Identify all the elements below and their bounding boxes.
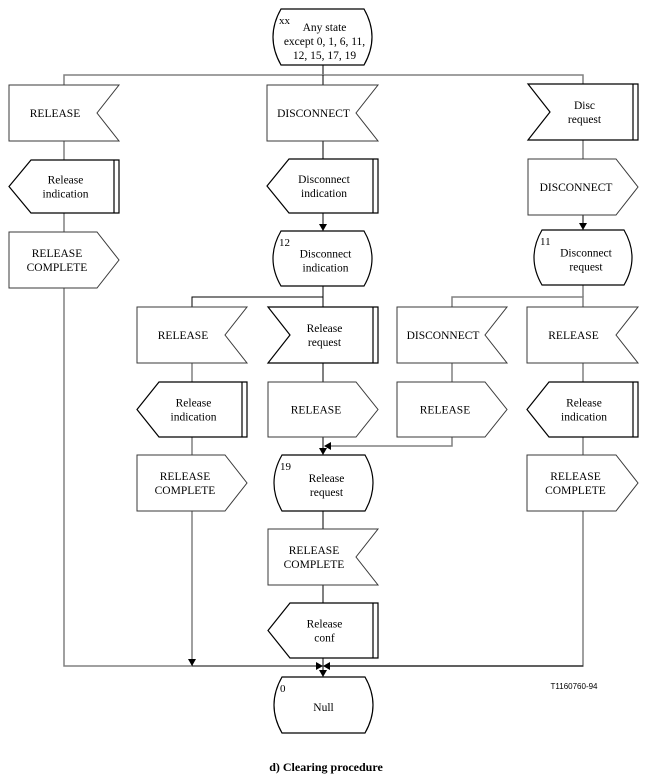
node-label: RELEASE [32, 248, 82, 260]
edge-s11a-to-s19 [330, 437, 453, 447]
node-c2-disconnect-in: DISCONNECT [266, 84, 380, 142]
node-label: Any state [303, 22, 347, 34]
input-internal-symbol [526, 83, 639, 141]
node-label: except 0, 1, 6, 11, [284, 36, 365, 48]
node-label: Release [309, 473, 345, 485]
input-symbol [267, 528, 380, 586]
node-s11b-release-in: RELEASE [526, 306, 640, 364]
node-label: Null [313, 702, 333, 714]
node-label: Release [307, 619, 343, 631]
node-label: DISCONNECT [540, 182, 613, 194]
node-label: request [310, 487, 344, 499]
node-label: COMPLETE [284, 559, 345, 571]
node-c1-release-complete-out: RELEASE COMPLETE [8, 231, 120, 289]
output-internal-symbol [526, 381, 639, 438]
node-s11b-release-complete-out: RELEASE COMPLETE [526, 454, 639, 512]
arrow-down-icon [579, 223, 587, 230]
node-label: RELEASE [158, 330, 208, 342]
node-label: DISCONNECT [277, 108, 350, 120]
output-symbol [136, 454, 248, 512]
node-c3-disconnect-out: DISCONNECT [527, 158, 639, 216]
output-symbol [8, 231, 120, 289]
node-label: RELEASE [291, 405, 341, 417]
node-s12b-release-out: RELEASE [267, 381, 379, 438]
node-label: RELEASE [548, 330, 598, 342]
node-label: request [569, 262, 603, 274]
node-label: COMPLETE [545, 485, 606, 497]
node-label: Disc [574, 100, 595, 112]
node-label: request [568, 114, 602, 126]
node-s19-release-conf: Release conf [267, 602, 379, 659]
output-symbol [526, 454, 639, 512]
node-s12a-release-in: RELEASE [136, 306, 249, 364]
node-label: Release [307, 323, 343, 335]
node-label: Release [566, 398, 602, 410]
sdl-diagram: xx Any state except 0, 1, 6, 11, 12, 15, 17… [8, 8, 640, 774]
node-state-19: 19 Release request [273, 454, 374, 512]
node-label: 12, 15, 17, 19 [293, 50, 357, 62]
arrow-down-icon [319, 224, 327, 231]
output-internal-symbol [267, 602, 379, 659]
node-label: request [308, 337, 342, 349]
node-c1-release-in: RELEASE [8, 84, 121, 142]
node-label: conf [314, 633, 335, 645]
state-number: 12 [279, 237, 290, 249]
figure-caption: d) Clearing procedure [269, 760, 383, 774]
node-c1-release-ind: Release indication [8, 159, 120, 214]
node-label: Disconnect [298, 174, 351, 186]
node-label: DISCONNECT [407, 330, 480, 342]
node-s12a-release-ind: Release indication [136, 381, 248, 438]
state-number: 19 [280, 461, 292, 473]
node-label: indication [301, 188, 347, 200]
edge-s12-branches [191, 296, 324, 307]
node-label: Release [176, 398, 212, 410]
arrow-down-icon [319, 670, 327, 677]
node-label: RELEASE [550, 471, 600, 483]
state-number: xx [279, 15, 291, 27]
node-label: indication [303, 263, 349, 275]
node-c3-disc-req: Disc request [526, 83, 639, 141]
arrow-down-icon [319, 448, 327, 455]
arrow-left-icon [323, 662, 330, 670]
node-s11b-release-ind: Release indication [526, 381, 639, 438]
arrow-down-icon [188, 659, 196, 666]
state-number: 0 [280, 683, 286, 695]
output-internal-symbol [136, 381, 248, 438]
output-internal-symbol [266, 158, 379, 214]
node-c2-disconnect-ind: Disconnect indication [266, 158, 379, 214]
figure-id: T1160760-94 [551, 682, 599, 691]
input-internal-symbol [266, 306, 379, 364]
node-label: Release [48, 175, 84, 187]
node-label: COMPLETE [27, 262, 88, 274]
arrow-right-icon [316, 662, 323, 670]
node-state-12: 12 Disconnect indication [272, 230, 373, 287]
node-label: indication [171, 412, 217, 424]
node-s12a-release-complete-out: RELEASE COMPLETE [136, 454, 248, 512]
node-s11a-disconnect-in: DISCONNECT [396, 306, 509, 364]
output-internal-symbol [8, 159, 120, 214]
node-start-state: xx Any state except 0, 1, 6, 11, 12, 15, 17… [272, 8, 373, 66]
node-label: RELEASE [160, 471, 210, 483]
node-label: RELEASE [289, 545, 339, 557]
node-s11a-release-out: RELEASE [396, 381, 508, 438]
node-label: RELEASE [30, 108, 80, 120]
node-s12b-release-req: Release request [266, 306, 379, 364]
node-label: RELEASE [420, 405, 470, 417]
node-label: COMPLETE [155, 485, 216, 497]
node-state-11: 11 Disconnect request [533, 229, 633, 286]
node-label: indication [43, 189, 89, 201]
node-label: Disconnect [560, 248, 613, 260]
edge-s11-branches [451, 296, 584, 307]
state-number: 11 [540, 236, 551, 248]
node-label: Disconnect [300, 249, 353, 261]
node-label: indication [561, 412, 607, 424]
node-state-0: 0 Null [273, 676, 374, 734]
node-s19-release-complete-in: RELEASE COMPLETE [267, 528, 380, 586]
